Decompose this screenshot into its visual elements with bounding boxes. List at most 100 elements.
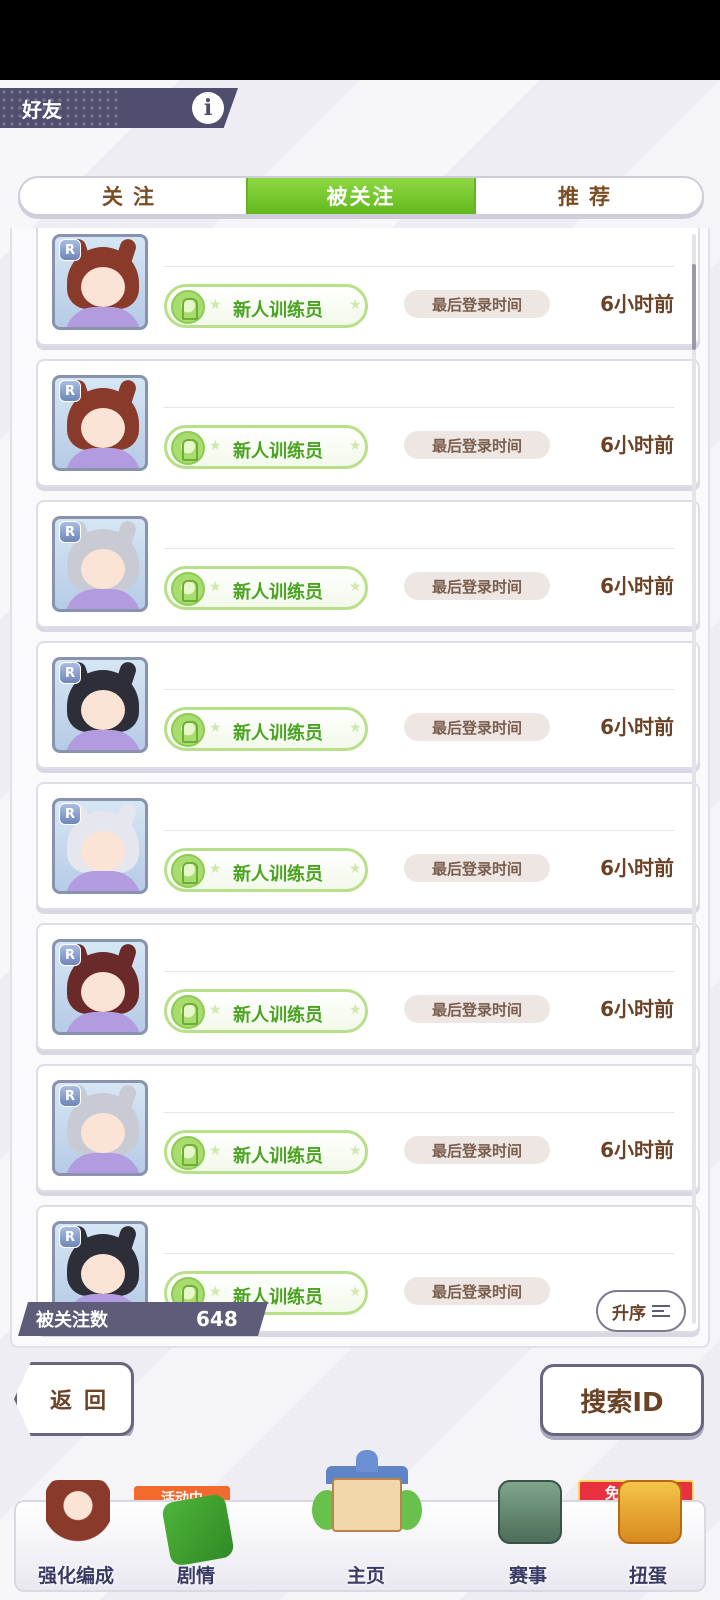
nav-item-story[interactable]: 剧情 [136,1492,256,1594]
bottom-nav: 强化编成 剧情 主页 赛事 扭蛋 [14,1450,708,1594]
follower-count-label: 被关注数 [36,1310,108,1331]
trainer-title-label: 新人训练员 [233,723,323,744]
trainer-title-badge: ★ 新人训练员 ★ [164,425,368,469]
star-icon: ★ [349,579,362,595]
name-divider [164,689,674,690]
trainer-title-badge: ★ 新人训练员 ★ [164,848,368,892]
name-divider [164,548,674,549]
follower-count: 被关注数 648 [18,1302,268,1336]
trainer-title-label: 新人训练员 [233,441,323,462]
star-icon: ★ [209,1002,222,1018]
nav-item-race[interactable]: 赛事 [468,1480,588,1594]
trainer-title-label: 新人训练员 [233,300,323,321]
star-icon: ★ [209,1143,222,1159]
last-login-label: 最后登录时间 [404,854,550,882]
star-icon: ★ [209,579,222,595]
race-gate-icon [498,1480,562,1544]
list-item[interactable]: R ★ 新人训练员 ★ 最后登录时间 6小时前 [36,359,700,487]
page-title: 好友 [22,97,62,122]
trainer-title-label: 新人训练员 [233,1005,323,1026]
rarity-badge: R [59,380,81,402]
home-building-icon [312,1450,422,1548]
emblem-icon [171,713,205,747]
star-icon: ★ [349,720,362,736]
last-login-time: 6小时前 [600,574,674,598]
list-item[interactable]: R ★ 新人训练员 ★ 最后登录时间 6小时前 [36,923,700,1051]
nav-label-team-build: 强化编成 [37,1565,114,1587]
nav-item-home[interactable]: 主页 [266,1450,466,1594]
rarity-badge: R [59,521,81,543]
star-icon: ★ [349,861,362,877]
last-login-time: 6小时前 [600,1138,674,1162]
star-icon: ★ [349,1143,362,1159]
last-login-time: 6小时前 [600,997,674,1021]
avatar[interactable]: R [52,516,148,612]
list-item[interactable]: R ★ 新人训练员 ★ 最后登录时间 6小时前 [36,500,700,628]
story-book-icon [160,1492,236,1568]
name-divider [164,830,674,831]
team-build-icon [46,1480,110,1544]
rarity-badge: R [59,1085,81,1107]
trainer-title-label: 新人训练员 [233,1146,323,1167]
avatar[interactable]: R [52,375,148,471]
avatar[interactable]: R [52,939,148,1035]
star-icon: ★ [209,1284,222,1300]
avatar[interactable]: R [52,798,148,894]
follower-list-panel: R ★ 新人训练员 ★ 最后登录时间 6小时前 R ★ 新人训练员 ★ 最后登录… [10,228,710,1348]
name-divider [164,407,674,408]
last-login-time: 6小时前 [600,433,674,457]
rarity-badge: R [59,239,81,261]
avatar[interactable]: R [52,234,148,330]
list-item[interactable]: R ★ 新人训练员 ★ 最后登录时间 6小时前 [36,782,700,910]
scrollbar[interactable] [692,234,696,1324]
trainer-title-badge: ★ 新人训练员 ★ [164,989,368,1033]
tab-recommended[interactable]: 推荐 [476,178,702,214]
emblem-icon [171,995,205,1029]
tab-bar: 关注 被关注 推荐 [18,176,704,216]
nav-label-home: 主页 [346,1565,385,1587]
sort-button[interactable]: 升序 [596,1290,686,1332]
star-icon: ★ [349,297,362,313]
star-icon: ★ [209,438,222,454]
back-button[interactable]: 返回 [14,1362,134,1436]
list-item[interactable]: R ★ 新人训练员 ★ 最后登录时间 6小时前 [36,1064,700,1192]
nav-item-team-build[interactable]: 强化编成 [16,1480,136,1594]
last-login-time: 6小时前 [600,856,674,880]
star-icon: ★ [209,720,222,736]
scrollbar-thumb[interactable] [692,264,696,350]
name-divider [164,1112,674,1113]
trainer-title-badge: ★ 新人训练员 ★ [164,707,368,751]
rarity-badge: R [59,1226,81,1248]
star-icon: ★ [349,1002,362,1018]
last-login-label: 最后登录时间 [404,572,550,600]
sort-icon [652,1305,670,1317]
rarity-badge: R [59,944,81,966]
trainer-title-badge: ★ 新人训练员 ★ [164,566,368,610]
star-icon: ★ [349,1284,362,1300]
trainer-title-badge: ★ 新人训练员 ★ [164,1130,368,1174]
star-icon: ★ [349,438,362,454]
page-header: 好友 i [0,88,238,128]
emblem-icon [171,431,205,465]
name-divider [164,266,674,267]
star-icon: ★ [209,297,222,313]
tab-followers[interactable]: 被关注 [246,178,476,214]
avatar[interactable]: R [52,1080,148,1176]
nav-label-race: 赛事 [508,1565,547,1587]
emblem-icon [171,854,205,888]
search-id-button[interactable]: 搜索ID [540,1364,704,1436]
tab-following[interactable]: 关注 [20,178,246,214]
last-login-label: 最后登录时间 [404,290,550,318]
gacha-machine-icon [618,1480,682,1544]
emblem-icon [171,1136,205,1170]
name-divider [164,1253,674,1254]
nav-item-gacha[interactable]: 扭蛋 [588,1480,708,1594]
name-divider [164,971,674,972]
follower-list[interactable]: R ★ 新人训练员 ★ 最后登录时间 6小时前 R ★ 新人训练员 ★ 最后登录… [12,228,708,1346]
list-item[interactable]: R ★ 新人训练员 ★ 最后登录时间 6小时前 [36,641,700,769]
info-icon[interactable]: i [192,92,224,124]
last-login-label: 最后登录时间 [404,1277,550,1305]
list-item[interactable]: R ★ 新人训练员 ★ 最后登录时间 6小时前 [36,228,700,346]
avatar[interactable]: R [52,657,148,753]
emblem-icon [171,290,205,324]
